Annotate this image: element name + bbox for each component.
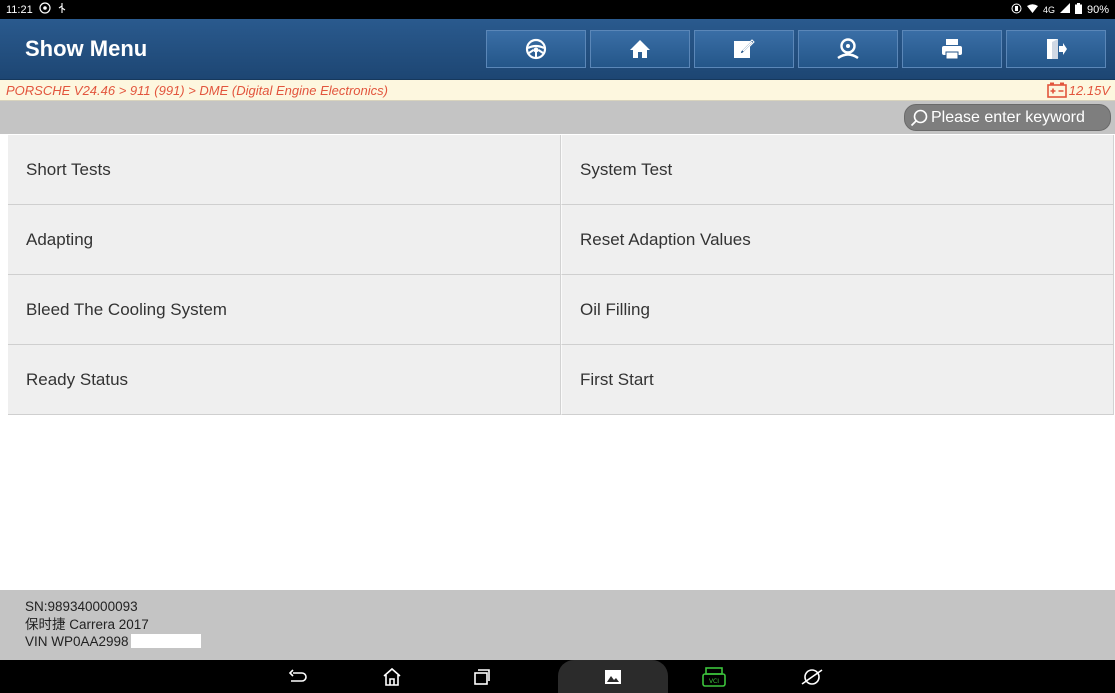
recents-icon xyxy=(474,668,490,685)
signal-icon xyxy=(1059,3,1070,16)
vci-button[interactable]: VCI xyxy=(684,660,744,693)
system-nav-bar: VCI xyxy=(0,660,1115,693)
home-icon xyxy=(383,667,401,686)
recents-button[interactable] xyxy=(452,660,512,693)
voltage-value: 12.15V xyxy=(1068,82,1110,98)
status-bar: 11:21 4G 90% xyxy=(0,0,1115,19)
vehicle-info-footer: SN:989340000093 保时捷 Carrera 2017 VIN WP0… xyxy=(0,590,1115,660)
browser-icon xyxy=(801,668,823,685)
toolbar xyxy=(486,30,1106,68)
network-type: 4G xyxy=(1042,4,1055,15)
vin-line: VIN WP0AA2998 xyxy=(25,633,1115,651)
edit-report-button[interactable] xyxy=(694,30,794,68)
search-band: Please enter keyword xyxy=(0,101,1115,134)
steering-wheel-button[interactable] xyxy=(486,30,586,68)
battery-level: 90% xyxy=(1086,3,1109,16)
menu-item-reset-adaption-values[interactable]: Reset Adaption Values xyxy=(561,205,1114,275)
steering-wheel-icon xyxy=(525,38,547,60)
print-icon xyxy=(942,39,962,60)
menu-item-first-start[interactable]: First Start xyxy=(561,345,1114,415)
serial-number: SN:989340000093 xyxy=(25,599,138,614)
menu-item-system-test[interactable]: System Test xyxy=(561,135,1114,205)
menu-item-bleed-cooling-system[interactable]: Bleed The Cooling System xyxy=(8,275,561,345)
menu-item-adapting[interactable]: Adapting xyxy=(8,205,561,275)
home-button[interactable] xyxy=(590,30,690,68)
page-title: Show Menu xyxy=(25,36,148,61)
gallery-icon xyxy=(605,669,621,684)
battery-voltage-icon xyxy=(1046,82,1067,98)
vin-number: VIN WP0AA2998 xyxy=(25,634,129,649)
search-input[interactable]: Please enter keyword xyxy=(904,104,1111,131)
breadcrumb-path: PORSCHE V24.46 > 911 (991) > DME (Digita… xyxy=(6,82,388,98)
wifi-icon xyxy=(1026,3,1038,16)
vci-icon: VCI xyxy=(702,666,726,687)
vibrate-icon xyxy=(1011,3,1022,17)
home-icon xyxy=(630,40,650,58)
status-time: 11:21 xyxy=(6,3,33,16)
app-screen: 11:21 4G 90% Show Menu PORSCHE V24.46 > … xyxy=(0,0,1115,693)
search-placeholder: Please enter keyword xyxy=(931,108,1085,126)
breadcrumb: PORSCHE V24.46 > 911 (991) > DME (Digita… xyxy=(0,80,1115,101)
usb-icon xyxy=(57,2,67,17)
user-button[interactable] xyxy=(798,30,898,68)
search-icon xyxy=(910,109,928,126)
title-bar: Show Menu xyxy=(0,19,1115,80)
back-button[interactable] xyxy=(268,660,328,693)
gallery-button[interactable] xyxy=(583,660,643,693)
browser-button[interactable] xyxy=(782,660,842,693)
user-icon xyxy=(837,38,859,60)
exit-button[interactable] xyxy=(1006,30,1106,68)
menu-grid: Short Tests System Test Adapting Reset A… xyxy=(8,135,1114,415)
print-button[interactable] xyxy=(902,30,1002,68)
svg-text:VCI: VCI xyxy=(709,678,719,685)
back-icon xyxy=(288,668,307,682)
edit-report-icon xyxy=(734,39,755,58)
notification-icon xyxy=(39,2,51,17)
voltage-indicator: 12.15V xyxy=(1046,82,1110,98)
home-nav-button[interactable] xyxy=(362,660,422,693)
battery-icon xyxy=(1074,2,1082,17)
vin-redaction xyxy=(130,634,201,648)
vehicle-model: 保时捷 Carrera 2017 xyxy=(25,616,149,632)
exit-icon xyxy=(1047,39,1067,59)
menu-item-oil-filling[interactable]: Oil Filling xyxy=(561,275,1114,345)
menu-item-ready-status[interactable]: Ready Status xyxy=(8,345,561,415)
menu-item-short-tests[interactable]: Short Tests xyxy=(8,135,561,205)
